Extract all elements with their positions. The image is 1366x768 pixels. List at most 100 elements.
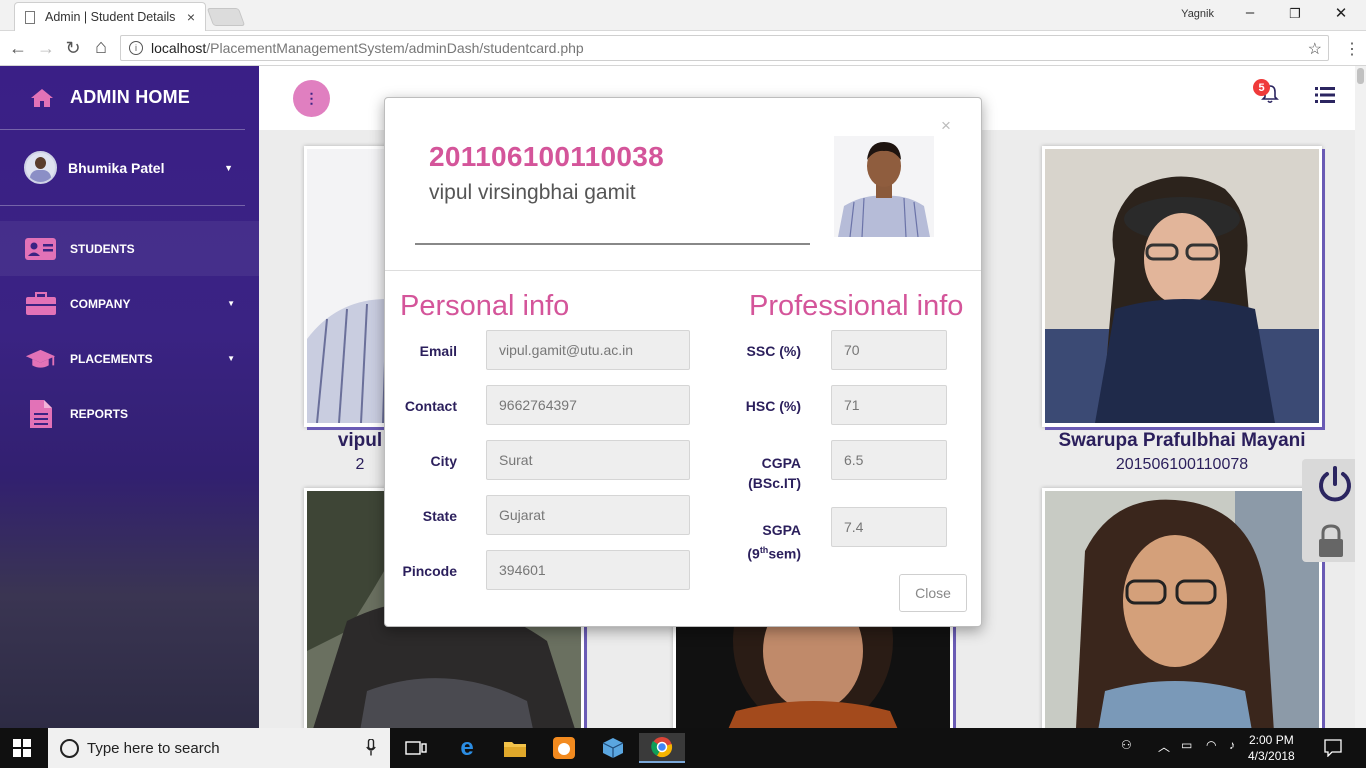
pincode-label: Pincode — [402, 563, 457, 579]
contact-label: Contact — [404, 398, 457, 414]
student-card-name: Swarupa Prafulbhai Mayani — [1058, 430, 1306, 451]
tab-close-icon[interactable]: × — [187, 9, 195, 25]
email-label: Email — [419, 343, 457, 359]
sgpa-label-post: sem) — [768, 545, 801, 562]
tab-title: Admin | Student Details — [45, 10, 176, 24]
virtualbox-icon[interactable] — [590, 733, 636, 763]
graduation-cap-icon — [25, 347, 56, 371]
close-button[interactable]: Close — [899, 574, 967, 612]
cortana-icon — [60, 738, 79, 758]
briefcase-icon — [25, 291, 56, 316]
email-field[interactable]: vipul.gamit@utu.ac.in — [486, 330, 690, 370]
contact-field[interactable]: 9662764397 — [486, 385, 690, 425]
sidebar-item-students[interactable]: STUDENTS — [0, 221, 259, 276]
windows-start-icon[interactable] — [13, 739, 31, 757]
professional-info-title: Professional info — [749, 290, 964, 322]
task-view-icon[interactable] — [393, 733, 439, 763]
student-card[interactable] — [1042, 146, 1322, 427]
list-icon[interactable] — [1315, 87, 1335, 103]
user-name: Bhumika Patel — [68, 159, 165, 176]
address-bar-row: ← → ↻ ⌂ i localhost/PlacementManagementS… — [0, 31, 1366, 66]
maximize-button[interactable]: ❐ — [1285, 6, 1305, 22]
back-icon[interactable]: ← — [7, 38, 29, 59]
state-label: State — [422, 508, 457, 524]
lock-icon[interactable] — [1316, 523, 1346, 559]
scrollbar-thumb[interactable] — [1357, 68, 1364, 84]
sgpa-label-line1: SGPA — [762, 522, 801, 538]
forward-icon[interactable]: → — [35, 38, 57, 59]
id-card-icon — [25, 237, 56, 261]
page-scrollbar[interactable] — [1355, 66, 1366, 728]
student-id: 201106100110038 — [429, 141, 664, 172]
cgpa-label: CGPA (BSc.IT) — [735, 453, 801, 493]
microphone-icon[interactable] — [366, 739, 376, 756]
cgpa-field[interactable]: 6.5 — [831, 440, 947, 480]
notification-badge[interactable]: 5 — [1253, 79, 1270, 96]
browser-profile-name[interactable]: Yagnik — [1181, 8, 1214, 20]
pincode-field[interactable]: 394601 — [486, 550, 690, 590]
student-details-modal: × 201106100110038 vipul virsingbhai gami… — [384, 97, 982, 627]
modal-header-separator — [385, 270, 981, 271]
file-icon — [25, 399, 56, 428]
notification-center-icon[interactable] — [1324, 739, 1342, 757]
wifi-icon[interactable]: ◠ — [1206, 738, 1216, 752]
system-clock[interactable]: 2:00 PM 4/3/2018 — [1248, 732, 1295, 764]
edge-browser-icon[interactable]: e — [444, 733, 490, 763]
sidebar-item-label: PLACEMENTS — [70, 351, 153, 366]
battery-icon[interactable]: ▭ — [1181, 738, 1192, 752]
new-tab-button[interactable] — [206, 8, 246, 26]
volume-icon[interactable]: ♪ — [1229, 738, 1235, 752]
taskbar-search-field[interactable]: Type here to search — [48, 728, 390, 768]
bookmark-star-icon[interactable]: ☆ — [1308, 39, 1322, 59]
ssc-label: SSC (%) — [746, 343, 801, 359]
search-placeholder: Type here to search — [87, 739, 220, 757]
student-card[interactable] — [1042, 488, 1322, 728]
sidebar-toggle-button[interactable]: ⋮ — [293, 80, 330, 117]
file-explorer-icon[interactable] — [492, 733, 538, 763]
browser-menu-icon[interactable]: ⋮ — [1344, 39, 1360, 59]
hsc-field[interactable]: 71 — [831, 385, 947, 425]
sidebar-header[interactable]: ADMIN HOME — [0, 66, 245, 130]
minimize-button[interactable]: – — [1240, 4, 1260, 21]
sidebar-item-label: COMPANY — [70, 296, 131, 311]
city-field[interactable]: Surat — [486, 440, 690, 480]
url-field[interactable]: i localhost/PlacementManagementSystem/ad… — [120, 35, 1329, 61]
sidebar-menu: STUDENTS COMPANY ▼ PLACEMENTS ▼ REPORTS — [0, 221, 259, 441]
state-field[interactable]: Gujarat — [486, 495, 690, 535]
sgpa-label-open: (9 — [747, 545, 760, 562]
sidebar-item-label: REPORTS — [70, 406, 129, 421]
info-icon[interactable]: i — [129, 41, 143, 55]
people-icon[interactable]: ⚇ — [1121, 738, 1132, 752]
ssc-field[interactable]: 70 — [831, 330, 947, 370]
chevron-down-icon[interactable]: ▼ — [224, 163, 233, 173]
clock-date: 4/3/2018 — [1248, 749, 1295, 763]
url-path: /PlacementManagementSystem/adminDash/stu… — [206, 40, 584, 56]
student-photo — [1045, 149, 1319, 423]
sgpa-field[interactable]: 7.4 — [831, 507, 947, 547]
sidebar-item-company[interactable]: COMPANY ▼ — [0, 276, 259, 331]
student-card-id: 201506100110078 — [1115, 456, 1249, 473]
chrome-icon[interactable] — [639, 733, 685, 763]
cgpa-label-line1: CGPA — [761, 455, 801, 471]
caret-down-icon: ▼ — [227, 299, 235, 308]
browser-tab-strip: Admin | Student Details × Yagnik – ❐ ✕ — [0, 0, 1366, 31]
home-icon[interactable]: ⌂ — [90, 36, 112, 59]
cgpa-label-line2: (BSc.IT) — [748, 475, 801, 491]
app-viewport: ⋮ 5 vipul 2 Swarupa Prafulbhai Mayani 20… — [0, 66, 1366, 728]
power-icon[interactable] — [1316, 465, 1354, 503]
browser-tab[interactable]: Admin | Student Details × — [14, 2, 206, 31]
reload-icon[interactable]: ↻ — [62, 38, 84, 59]
modal-close-icon[interactable]: × — [941, 116, 951, 136]
sidebar-item-label: STUDENTS — [70, 241, 135, 256]
sidebar-title: ADMIN HOME — [70, 87, 190, 107]
student-photo — [1045, 491, 1319, 728]
window-close-button[interactable]: ✕ — [1331, 4, 1351, 22]
personal-info-title: Personal info — [400, 290, 570, 322]
chevron-up-icon[interactable]: ︿ — [1158, 738, 1170, 755]
sidebar-user[interactable]: Bhumika Patel ▼ — [0, 130, 245, 206]
sidebar-item-reports[interactable]: REPORTS — [0, 386, 259, 441]
hsc-label: HSC (%) — [745, 398, 801, 414]
url-host: localhost — [151, 40, 207, 56]
uc-browser-icon[interactable] — [541, 733, 587, 763]
sidebar-item-placements[interactable]: PLACEMENTS ▼ — [0, 331, 259, 386]
